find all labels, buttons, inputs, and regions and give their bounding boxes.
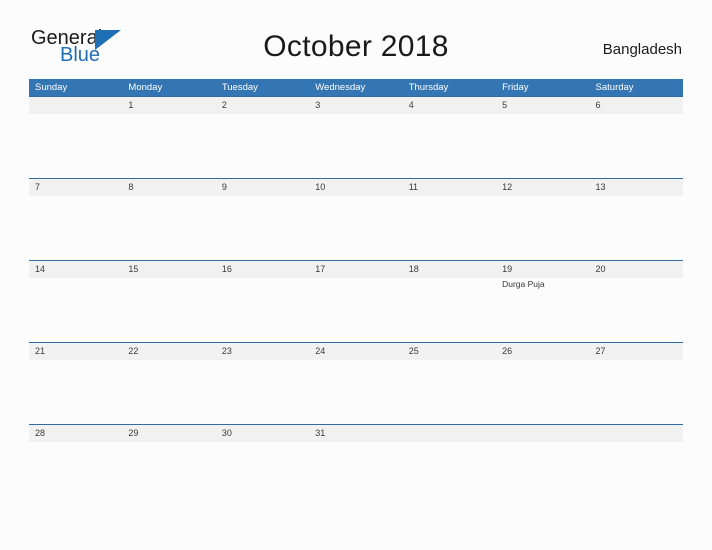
day-cell[interactable]: Durga Puja <box>496 278 589 341</box>
weekday-header-row: Sunday Monday Tuesday Wednesday Thursday… <box>29 79 683 96</box>
day-number[interactable]: 11 <box>403 179 496 196</box>
day-number[interactable]: 22 <box>122 343 215 360</box>
day-number[interactable]: 4 <box>403 97 496 114</box>
day-cell[interactable] <box>122 196 215 259</box>
day-cell[interactable] <box>29 278 122 341</box>
day-cell[interactable] <box>590 196 683 259</box>
day-cell[interactable] <box>309 360 402 423</box>
day-number[interactable]: 10 <box>309 179 402 196</box>
calendar-page: General Blue October 2018 Bangladesh Sun… <box>0 0 712 550</box>
country-label: Bangladesh <box>602 41 682 58</box>
day-cell[interactable] <box>122 114 215 177</box>
day-cell[interactable] <box>496 196 589 259</box>
week-date-band: 1 2 3 4 5 6 <box>29 97 683 114</box>
page-header: General Blue October 2018 Bangladesh <box>0 0 712 65</box>
day-cell[interactable] <box>309 442 402 505</box>
day-cell[interactable] <box>590 114 683 177</box>
day-cell[interactable] <box>122 442 215 505</box>
weekday-monday: Monday <box>128 82 163 93</box>
day-cell[interactable] <box>122 278 215 341</box>
day-event: Durga Puja <box>502 279 545 289</box>
day-cell[interactable] <box>122 360 215 423</box>
calendar-week-row: 1 2 3 4 5 6 <box>29 96 683 178</box>
day-number[interactable]: 14 <box>29 261 122 278</box>
day-cell[interactable] <box>216 442 309 505</box>
day-number[interactable]: 17 <box>309 261 402 278</box>
day-cell[interactable] <box>29 360 122 423</box>
day-cell[interactable] <box>496 114 589 177</box>
day-cell[interactable] <box>309 196 402 259</box>
day-number[interactable]: 16 <box>216 261 309 278</box>
day-number[interactable]: 7 <box>29 179 122 196</box>
day-number[interactable]: 5 <box>496 97 589 114</box>
day-number[interactable]: 29 <box>122 425 215 442</box>
calendar-week-row: 14 15 16 17 18 19 20 Durga Puja <box>29 260 683 342</box>
day-number[interactable]: 28 <box>29 425 122 442</box>
weekday-tuesday: Tuesday <box>221 82 258 93</box>
day-number[interactable]: 8 <box>122 179 215 196</box>
weekday-thursday: Thursday <box>408 82 449 93</box>
week-event-band <box>29 196 683 259</box>
day-cell[interactable] <box>496 360 589 423</box>
day-cell[interactable] <box>216 196 309 259</box>
weekday-friday: Friday <box>502 82 529 93</box>
week-event-band <box>29 442 683 505</box>
day-number[interactable] <box>590 425 683 442</box>
calendar-week-row: 21 22 23 24 25 26 27 <box>29 342 683 424</box>
day-number[interactable]: 19 <box>496 261 589 278</box>
day-cell[interactable] <box>590 442 683 505</box>
day-cell[interactable] <box>216 360 309 423</box>
day-number[interactable]: 26 <box>496 343 589 360</box>
week-date-band: 21 22 23 24 25 26 27 <box>29 343 683 360</box>
day-number[interactable]: 30 <box>216 425 309 442</box>
calendar-week-row: 7 8 9 10 11 12 13 <box>29 178 683 260</box>
day-cell[interactable] <box>216 278 309 341</box>
day-cell[interactable] <box>216 114 309 177</box>
day-number[interactable]: 25 <box>403 343 496 360</box>
day-number[interactable]: 23 <box>216 343 309 360</box>
day-number[interactable]: 1 <box>122 97 215 114</box>
day-number[interactable]: 2 <box>216 97 309 114</box>
day-cell[interactable] <box>403 114 496 177</box>
day-number[interactable]: 27 <box>590 343 683 360</box>
day-number[interactable]: 3 <box>309 97 402 114</box>
day-number[interactable]: 24 <box>309 343 402 360</box>
day-number[interactable]: 13 <box>590 179 683 196</box>
day-number[interactable]: 15 <box>122 261 215 278</box>
week-date-band: 28 29 30 31 <box>29 425 683 442</box>
weekday-saturday: Saturday <box>595 82 634 93</box>
day-number[interactable] <box>496 425 589 442</box>
day-number[interactable] <box>29 97 122 114</box>
day-cell[interactable] <box>29 114 122 177</box>
day-cell[interactable] <box>403 360 496 423</box>
week-date-band: 14 15 16 17 18 19 20 <box>29 261 683 278</box>
day-cell[interactable] <box>590 360 683 423</box>
day-number[interactable] <box>403 425 496 442</box>
day-number[interactable]: 21 <box>29 343 122 360</box>
day-number[interactable]: 18 <box>403 261 496 278</box>
day-number[interactable]: 12 <box>496 179 589 196</box>
day-cell[interactable] <box>309 114 402 177</box>
calendar-week-row: 28 29 30 31 <box>29 424 683 506</box>
weekday-sunday: Sunday <box>35 82 68 93</box>
day-cell[interactable] <box>403 278 496 341</box>
day-cell[interactable] <box>29 196 122 259</box>
week-event-band <box>29 114 683 177</box>
day-cell[interactable] <box>403 196 496 259</box>
day-cell[interactable] <box>309 278 402 341</box>
day-number[interactable]: 31 <box>309 425 402 442</box>
day-number[interactable]: 6 <box>590 97 683 114</box>
day-number[interactable]: 20 <box>590 261 683 278</box>
weekday-wednesday: Wednesday <box>315 82 366 93</box>
day-cell[interactable] <box>403 442 496 505</box>
day-number[interactable]: 9 <box>216 179 309 196</box>
week-event-band <box>29 360 683 423</box>
day-cell[interactable] <box>29 442 122 505</box>
day-cell[interactable] <box>496 442 589 505</box>
week-event-band: Durga Puja <box>29 278 683 341</box>
calendar-grid: Sunday Monday Tuesday Wednesday Thursday… <box>29 79 683 506</box>
day-cell[interactable] <box>590 278 683 341</box>
week-date-band: 7 8 9 10 11 12 13 <box>29 179 683 196</box>
